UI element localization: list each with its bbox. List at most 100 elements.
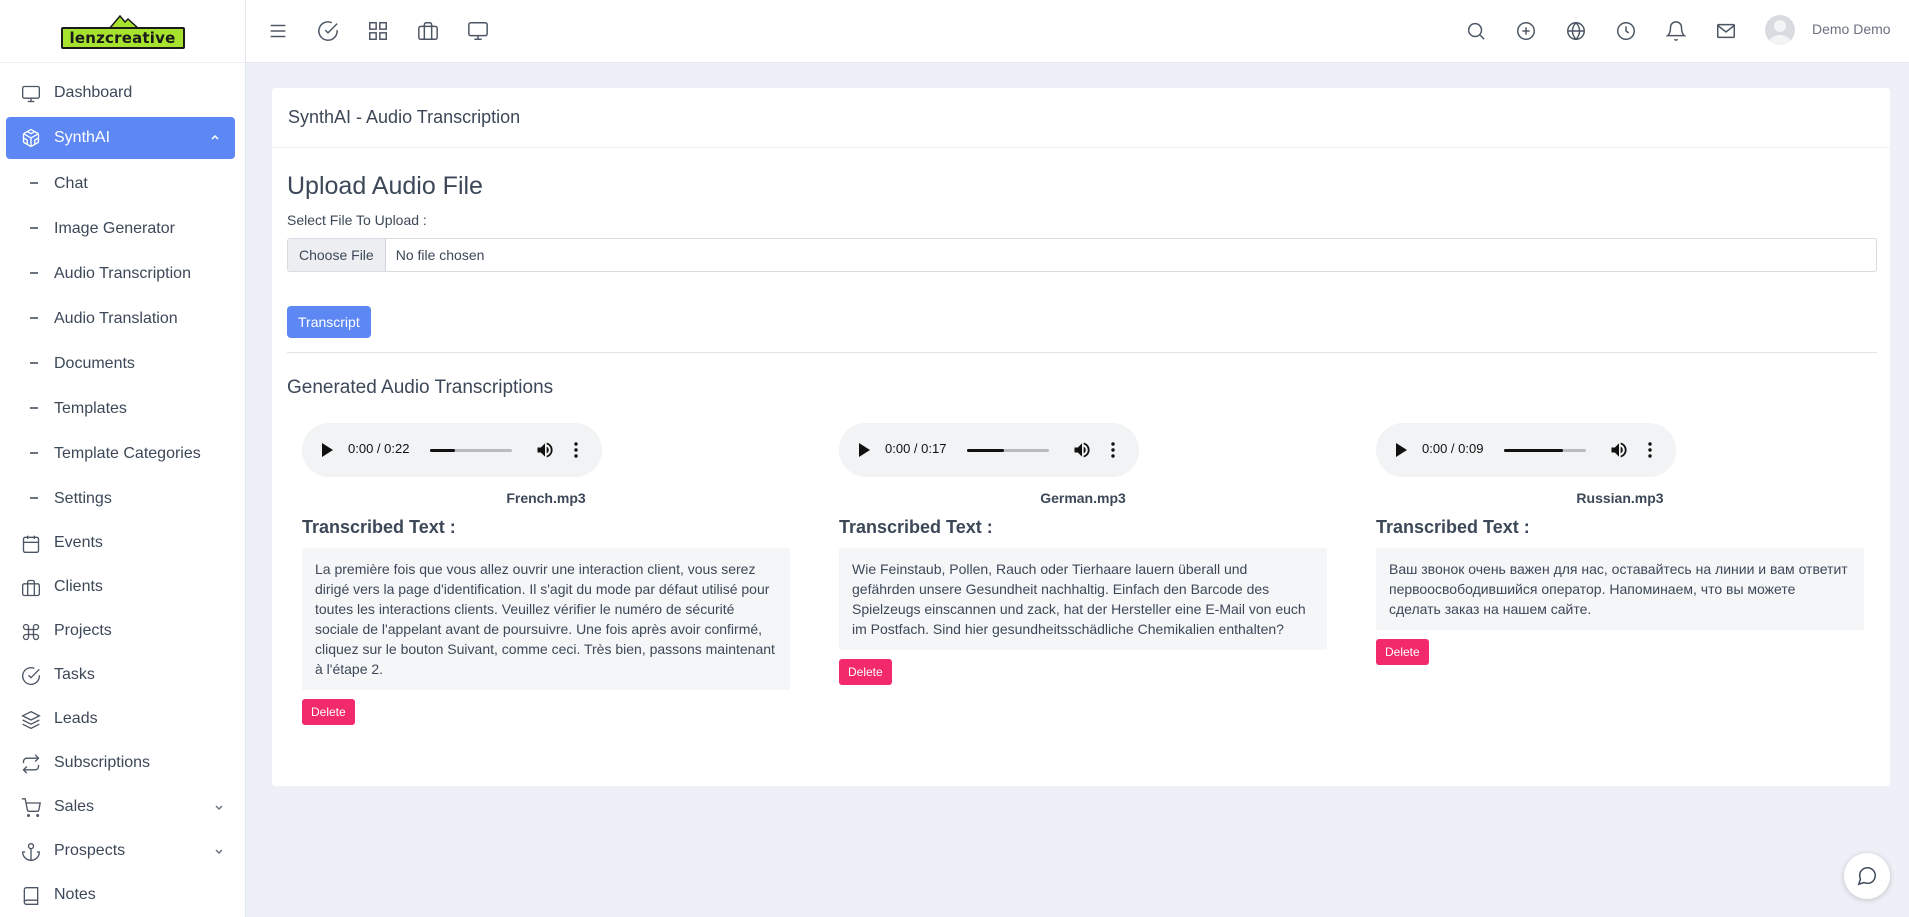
bell-icon[interactable] (1665, 20, 1687, 42)
audio-player[interactable]: 0:00 / 0:17 (839, 423, 1139, 477)
sidebar-item-label: Sales (54, 798, 95, 815)
sidebar-item-prospects[interactable]: Prospects (0, 829, 245, 873)
layers-icon (21, 710, 41, 730)
choose-file-button[interactable]: Choose File (288, 239, 386, 271)
sidebar-item-events[interactable]: Events (0, 521, 245, 565)
plus-circle-icon[interactable] (1515, 20, 1537, 42)
transcript-button[interactable]: Transcript (287, 306, 371, 338)
search-icon[interactable] (1465, 20, 1487, 42)
sidebar-nav: Dashboard SynthAI Chat Image Generator A… (0, 63, 245, 917)
card-title: SynthAI - Audio Transcription (272, 88, 1890, 148)
sidebar-subitem-image-generator[interactable]: Image Generator (0, 206, 245, 251)
user-avatar-icon (1768, 20, 1792, 45)
user-name[interactable]: Demo Demo (1812, 21, 1891, 37)
codesandbox-icon (22, 129, 40, 147)
sidebar-item-label: Projects (54, 622, 112, 639)
sidebar-item-label: Leads (54, 710, 98, 727)
dash-icon (30, 362, 38, 364)
sidebar-item-label: Notes (54, 886, 96, 903)
file-input[interactable]: Choose File No file chosen (287, 238, 1877, 272)
more-vertical-icon[interactable] (574, 441, 578, 459)
audio-progress[interactable] (1504, 449, 1586, 452)
brand-logo: lenzcreative (60, 11, 185, 51)
sidebar-subitem-settings[interactable]: Settings (0, 476, 245, 521)
mail-icon[interactable] (1715, 20, 1737, 42)
chat-widget-button[interactable] (1844, 853, 1890, 899)
sidebar-item-label: Prospects (54, 842, 126, 859)
sidebar-subitem-template-categories[interactable]: Template Categories (0, 431, 245, 476)
audio-progress-fill (1504, 449, 1564, 452)
dash-icon (30, 497, 38, 499)
sidebar-subitem-audio-translation[interactable]: Audio Translation (0, 296, 245, 341)
audio-player[interactable]: 0:00 / 0:09 (1376, 423, 1676, 477)
volume-icon[interactable] (1609, 440, 1629, 460)
transcribed-text: La première fois que vous allez ouvrir u… (302, 548, 790, 690)
sidebar-subitem-label: Settings (54, 489, 112, 507)
transcription-item: 0:00 / 0:22 French.mp3 Transcribed Text … (302, 423, 790, 725)
audio-file-name: French.mp3 (506, 490, 586, 506)
chevron-up-icon (211, 134, 219, 140)
transcribed-text: Ваш звонок очень важен для нас, оставайт… (1376, 548, 1864, 630)
volume-icon[interactable] (1072, 440, 1092, 460)
sidebar-item-tasks[interactable]: Tasks (0, 653, 245, 697)
briefcase-icon[interactable] (417, 20, 439, 42)
monitor-icon[interactable] (467, 20, 489, 42)
globe-icon[interactable] (1565, 20, 1587, 42)
delete-button[interactable]: Delete (839, 659, 892, 685)
sidebar-item-label: SynthAI (54, 129, 111, 146)
transcribed-label: Transcribed Text : (1376, 517, 1530, 537)
sidebar-subitem-templates[interactable]: Templates (0, 386, 245, 431)
book-icon (23, 887, 39, 905)
sidebar-item-leads[interactable]: Leads (0, 697, 245, 741)
more-vertical-icon[interactable] (1648, 441, 1652, 459)
anchor-icon (21, 843, 41, 861)
sidebar-item-notes[interactable]: Notes (0, 873, 245, 917)
check-circle-icon[interactable] (317, 20, 339, 42)
volume-icon[interactable] (535, 440, 555, 460)
sidebar-item-sales[interactable]: Sales (0, 785, 245, 829)
sidebar-item-dashboard[interactable]: Dashboard (0, 71, 245, 115)
delete-button[interactable]: Delete (302, 699, 355, 725)
briefcase-icon (22, 579, 40, 597)
audio-time: 0:00 / 0:17 (885, 441, 947, 456)
sidebar-subitem-label: Chat (54, 174, 88, 192)
sidebar-item-label: Events (54, 534, 103, 551)
file-status: No file chosen (395, 247, 485, 263)
file-label: Select File To Upload : (287, 212, 427, 228)
upload-title: Upload Audio File (287, 172, 483, 200)
audio-progress[interactable] (430, 449, 512, 452)
command-icon (22, 623, 40, 641)
sidebar-item-projects[interactable]: Projects (0, 609, 245, 653)
sidebar-item-label: Subscriptions (54, 754, 151, 771)
sidebar-item-clients[interactable]: Clients (0, 565, 245, 609)
menu-icon[interactable] (267, 20, 289, 42)
sidebar-subitem-chat[interactable]: Chat (0, 161, 245, 206)
play-icon[interactable] (859, 443, 870, 457)
sidebar-subitem-label: Templates (54, 399, 127, 417)
logo[interactable]: lenzcreative (0, 0, 245, 63)
audio-player[interactable]: 0:00 / 0:22 (302, 423, 602, 477)
sidebar-subitem-audio-transcription[interactable]: Audio Transcription (0, 251, 245, 296)
sidebar-item-subscriptions[interactable]: Subscriptions (0, 741, 245, 785)
dash-icon (30, 182, 38, 184)
transcription-item: 0:00 / 0:17 German.mp3 Transcribed Text … (839, 423, 1327, 685)
audio-file-name: Russian.mp3 (1576, 490, 1664, 506)
check-circle-icon (22, 667, 40, 685)
avatar[interactable] (1765, 15, 1795, 45)
more-vertical-icon[interactable] (1111, 441, 1115, 459)
sidebar-subitem-documents[interactable]: Documents (0, 341, 245, 386)
delete-button[interactable]: Delete (1376, 639, 1429, 665)
transcription-item: 0:00 / 0:09 Russian.mp3 Transcribed Text… (1376, 423, 1864, 665)
play-icon[interactable] (322, 443, 333, 457)
clock-icon[interactable] (1615, 20, 1637, 42)
audio-transcription-card: SynthAI - Audio Transcription Upload Aud… (271, 87, 1891, 787)
sidebar-subitem-label: Image Generator (54, 219, 175, 237)
chevron-down-icon (215, 849, 223, 855)
grid-icon[interactable] (367, 20, 389, 42)
dash-icon (30, 407, 38, 409)
sidebar-item-label: Tasks (54, 666, 95, 683)
sidebar-item-synthai[interactable]: SynthAI (6, 117, 235, 159)
play-icon[interactable] (1396, 443, 1407, 457)
sidebar-subitem-label: Audio Translation (54, 309, 178, 327)
audio-progress[interactable] (967, 449, 1049, 452)
